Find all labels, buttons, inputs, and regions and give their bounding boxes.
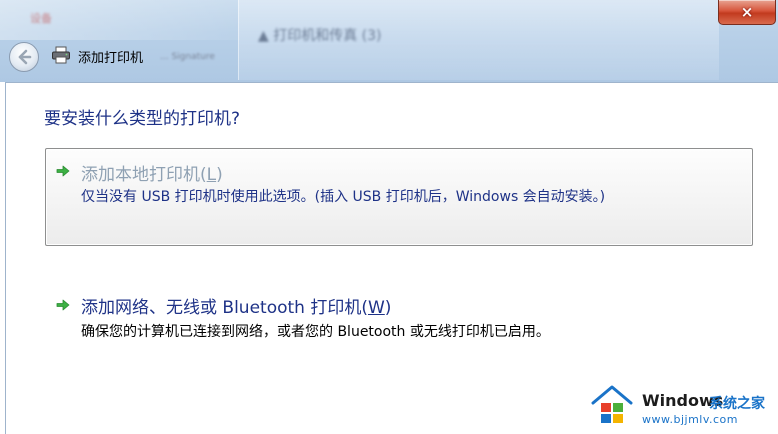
option-local-description: 仅当没有 USB 打印机时使用此选项。(插入 USB 打印机后，Windows … <box>81 189 606 205</box>
background-window-text: 设备 <box>30 12 52 25</box>
windows-house-logo-icon <box>591 385 633 423</box>
wizard-title: 添加打印机 <box>78 51 144 66</box>
close-button[interactable]: × <box>718 0 776 25</box>
option-network-title-end: ) <box>384 298 392 318</box>
option-network-description: 确保您的计算机已连接到网络，或者您的 Bluetooth 或无线打印机已启用。 <box>81 324 550 340</box>
option-local-title-end: ) <box>216 165 223 185</box>
watermark-url: www.bjjmlv.com <box>642 413 738 426</box>
background-window-heading: ▲ 打印机和传真 (3) <box>258 28 382 44</box>
green-arrow-icon <box>56 165 70 177</box>
option-local-accesskey: L <box>206 165 217 185</box>
page-heading: 要安装什么类型的打印机? <box>44 109 241 129</box>
background-window-mid-text: ... Signature <box>160 52 215 62</box>
option-local-title[interactable]: 添加本地打印机(L) <box>81 160 223 185</box>
option-local-title-text: 添加本地打印机( <box>81 165 207 185</box>
back-button[interactable] <box>9 42 39 72</box>
back-arrow-icon <box>18 49 32 65</box>
title-bar: 设备 ▲ 打印机和传真 (3) ... Signature <box>0 0 778 82</box>
option-network-title-text: 添加网络、无线或 Bluetooth 打印机( <box>81 298 368 318</box>
green-arrow-icon <box>56 299 70 311</box>
watermark-brand-cn: 系统之家 <box>709 396 765 412</box>
printer-icon <box>52 46 70 64</box>
option-network-accesskey: W <box>367 298 385 318</box>
close-icon: × <box>740 2 754 21</box>
option-network-title[interactable]: 添加网络、无线或 Bluetooth 打印机(W) <box>81 293 391 318</box>
